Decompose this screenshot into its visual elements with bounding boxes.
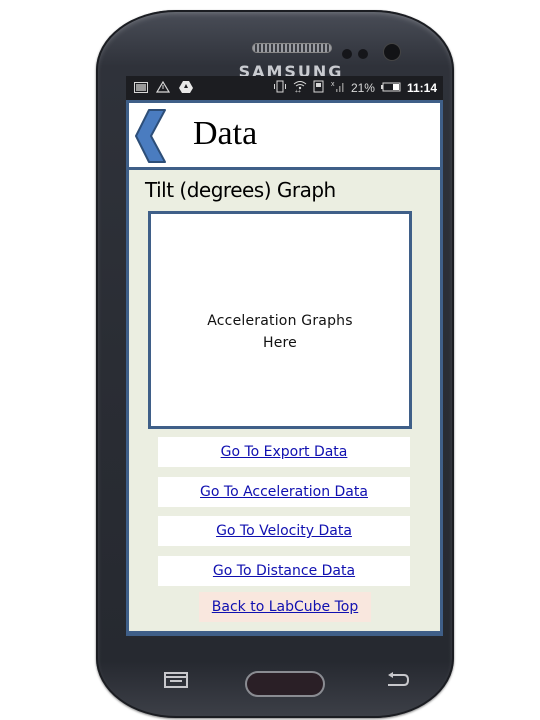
distance-data-link[interactable]: Go To Distance Data bbox=[213, 563, 355, 579]
chevron-left-icon bbox=[135, 109, 166, 163]
back-arrow-icon bbox=[388, 672, 410, 686]
proximity-sensor bbox=[342, 49, 352, 59]
export-data-link-box: Go To Export Data bbox=[158, 437, 410, 467]
menu-key[interactable] bbox=[163, 671, 189, 689]
velocity-data-link[interactable]: Go To Velocity Data bbox=[216, 523, 352, 539]
graph-placeholder: Acceleration Graphs Here bbox=[148, 211, 412, 429]
content-area: Tilt (degrees) Graph Acceleration Graphs… bbox=[129, 170, 440, 631]
status-bar: ++ x 21% 11:14 bbox=[126, 76, 443, 100]
battery-percent: 21% bbox=[350, 81, 375, 95]
app-container: Data Tilt (degrees) Graph Acceleration G… bbox=[126, 100, 443, 636]
menu-icon bbox=[164, 672, 188, 688]
drive-icon bbox=[178, 80, 194, 97]
vibrate-icon bbox=[273, 80, 287, 96]
warning-icon bbox=[155, 80, 171, 96]
section-title: Tilt (degrees) Graph bbox=[145, 178, 336, 202]
sim-icon bbox=[313, 80, 325, 96]
acceleration-data-link[interactable]: Go To Acceleration Data bbox=[200, 484, 368, 500]
clock: 11:14 bbox=[406, 81, 437, 95]
earpiece-speaker bbox=[252, 43, 332, 53]
app-header: Data bbox=[129, 103, 440, 167]
screen: ++ x 21% 11:14 Data Tilt (degrees) Graph… bbox=[126, 76, 443, 636]
back-to-labcube-top-link[interactable]: Back to LabCube Top bbox=[212, 599, 358, 615]
home-button[interactable] bbox=[245, 671, 325, 697]
front-camera bbox=[383, 43, 401, 61]
image-icon bbox=[134, 81, 148, 96]
export-data-link[interactable]: Go To Export Data bbox=[221, 444, 348, 460]
battery-icon bbox=[380, 81, 401, 95]
signal-icon: x bbox=[331, 80, 345, 96]
acceleration-data-link-box: Go To Acceleration Data bbox=[158, 477, 410, 507]
distance-data-link-box: Go To Distance Data bbox=[158, 556, 410, 586]
light-sensor bbox=[358, 49, 368, 59]
back-button[interactable] bbox=[135, 109, 167, 163]
velocity-data-link-box: Go To Velocity Data bbox=[158, 516, 410, 546]
wifi-icon: ++ bbox=[293, 80, 307, 96]
hardware-back-key[interactable] bbox=[384, 671, 410, 689]
page-title: Data bbox=[193, 115, 258, 152]
graph-placeholder-line2: Here bbox=[262, 335, 297, 351]
graph-placeholder-line1: Acceleration Graphs bbox=[207, 313, 353, 329]
svg-text:++: ++ bbox=[295, 89, 301, 93]
svg-text:x: x bbox=[331, 81, 335, 88]
graph-placeholder-text: Acceleration Graphs Here bbox=[151, 310, 409, 354]
back-to-top-link-box: Back to LabCube Top bbox=[199, 592, 371, 622]
